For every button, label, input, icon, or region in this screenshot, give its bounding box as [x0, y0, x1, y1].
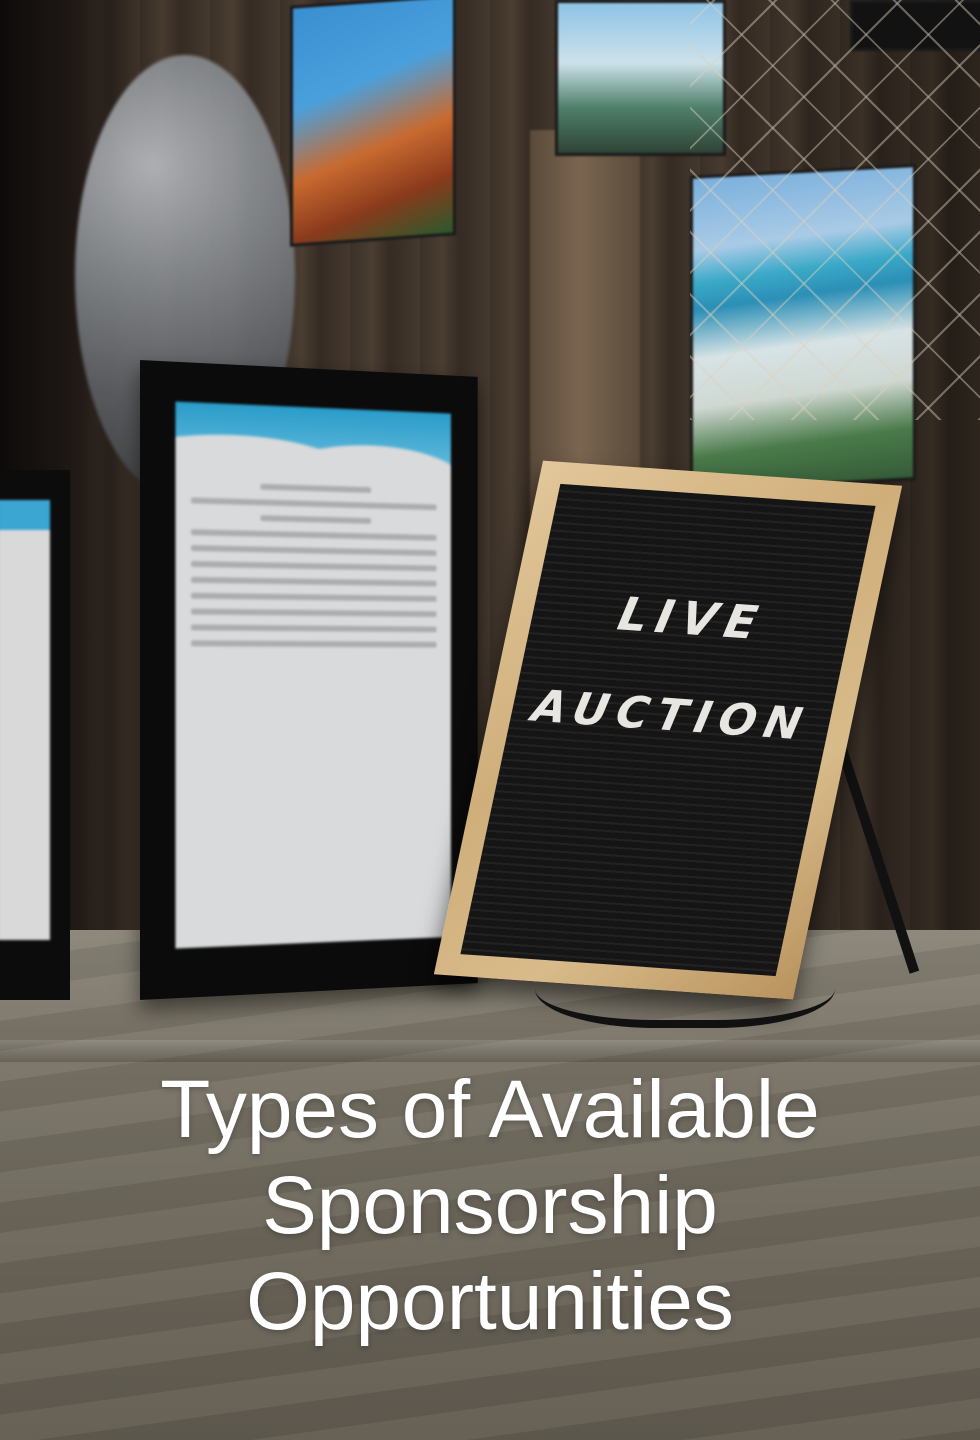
table-edge — [0, 1040, 980, 1062]
left-frame — [0, 470, 70, 1000]
title-line-2: Sponsorship — [262, 1160, 718, 1251]
card-text-line — [191, 592, 437, 602]
card-text-line — [260, 515, 371, 524]
photo-scene: LIVE AUCTION Types of Available Sponsors… — [0, 0, 980, 1440]
page-title: Types of Available Sponsorship Opportuni… — [0, 1062, 980, 1350]
easel-stand — [535, 930, 835, 1028]
auction-item-frame — [140, 360, 478, 1000]
card-text-line — [191, 576, 437, 587]
card-text-line — [191, 560, 437, 572]
card-text-line — [191, 624, 437, 633]
card-text-line — [191, 497, 437, 511]
left-frame-card — [0, 500, 50, 940]
auction-item-card — [175, 401, 451, 949]
title-line-1: Types of Available — [160, 1064, 820, 1155]
card-text-line — [191, 545, 437, 557]
card-text-line — [191, 529, 437, 541]
fishing-net — [690, 0, 980, 420]
card-wave-header — [175, 401, 451, 481]
card-text-line — [191, 640, 437, 648]
beach-photo-1 — [290, 0, 456, 247]
title-line-3: Opportunities — [246, 1256, 734, 1347]
card-text-line — [260, 483, 371, 493]
card-text-line — [191, 608, 437, 618]
